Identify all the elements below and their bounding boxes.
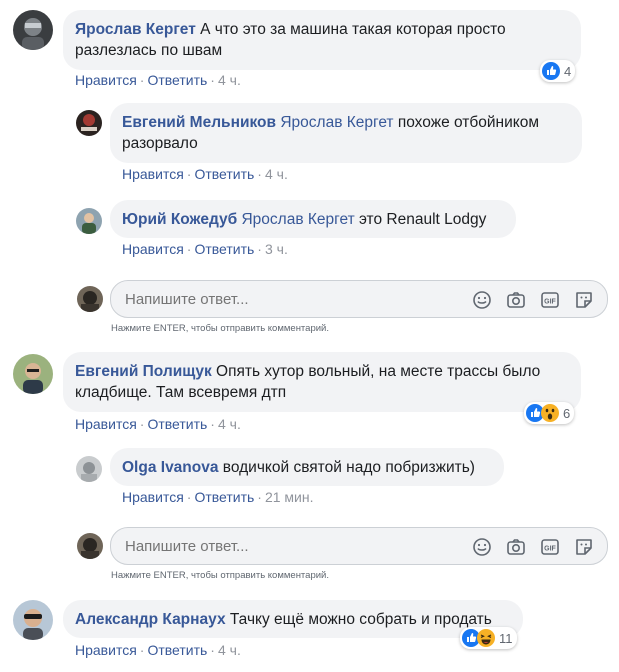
avatar <box>77 286 103 312</box>
emoji-icon[interactable] <box>471 289 493 311</box>
comment-actions: Нравится · Ответить · 4 ч. <box>75 416 241 432</box>
reply-actions: Нравится · Ответить · 21 мин. <box>122 489 314 505</box>
avatar[interactable] <box>76 208 102 234</box>
comment-actions: Нравится · Ответить · 4 ч. <box>75 642 241 658</box>
reply-author[interactable]: Евгений Мельников <box>122 114 276 131</box>
reply-actions: Нравится · Ответить · 4 ч. <box>122 166 288 182</box>
comment-author[interactable]: Евгений Полищук <box>75 363 212 380</box>
reaction-summary[interactable]: 6 <box>524 402 575 424</box>
reply-author[interactable]: Olga Ivanova <box>122 459 218 476</box>
reply-box[interactable]: GIF <box>110 527 608 565</box>
reply-mention[interactable]: Ярослав Кергет <box>241 211 354 228</box>
like-link[interactable]: Нравится <box>122 241 184 257</box>
comment-actions: Нравится · Ответить · 4 ч. <box>75 72 241 88</box>
reply-input[interactable] <box>125 538 445 555</box>
camera-icon[interactable] <box>505 536 527 558</box>
reply-link[interactable]: Ответить <box>194 489 254 505</box>
like-link[interactable]: Нравится <box>75 72 137 88</box>
gif-icon[interactable]: GIF <box>539 536 561 558</box>
like-link[interactable]: Нравится <box>122 489 184 505</box>
wow-icon <box>541 404 559 422</box>
reply-text: это Renault Lodgy <box>358 211 487 228</box>
comment-bubble: Ярослав Кергет А что это за машина такая… <box>63 10 581 70</box>
svg-text:GIF: GIF <box>544 299 556 306</box>
comment-time[interactable]: 4 ч. <box>218 416 241 432</box>
gif-icon[interactable]: GIF <box>539 289 561 311</box>
avatar[interactable] <box>13 10 53 50</box>
reply-time[interactable]: 4 ч. <box>265 166 288 182</box>
reply-box[interactable]: GIF <box>110 280 608 318</box>
comment-text: Тачку ещё можно собрать и продать <box>229 611 492 628</box>
emoji-icon[interactable] <box>471 536 493 558</box>
reply-bubble: Olga Ivanova водичкой святой надо побриз… <box>110 448 504 486</box>
reply-link[interactable]: Ответить <box>147 416 207 432</box>
reply-link[interactable]: Ответить <box>194 166 254 182</box>
reaction-count: 4 <box>564 63 572 79</box>
avatar[interactable] <box>13 600 53 640</box>
reply-hint: Нажмите ENTER, чтобы отправить комментар… <box>111 323 329 334</box>
reaction-summary[interactable]: 11 <box>460 627 517 649</box>
reply-author[interactable]: Юрий Кожедуб <box>122 211 237 228</box>
reaction-summary[interactable]: 4 <box>540 60 576 82</box>
like-link[interactable]: Нравится <box>122 166 184 182</box>
sticker-icon[interactable] <box>573 289 595 311</box>
reply-input[interactable] <box>125 291 445 308</box>
comment-bubble: Александр Карнаух Тачку ещё можно собрат… <box>63 600 523 638</box>
avatar[interactable] <box>76 110 102 136</box>
reply-bubble: Евгений Мельников Ярослав Кергет похоже … <box>110 103 582 163</box>
reply-text: водичкой святой надо побризжить) <box>222 459 475 476</box>
avatar[interactable] <box>13 354 53 394</box>
comment-author[interactable]: Александр Карнаух <box>75 611 226 628</box>
comment-bubble: Евгений Полищук Опять хутор вольный, на … <box>63 352 581 412</box>
reaction-count: 6 <box>563 405 571 421</box>
reply-hint: Нажмите ENTER, чтобы отправить комментар… <box>111 570 329 581</box>
reaction-count: 11 <box>499 630 513 646</box>
like-link[interactable]: Нравится <box>75 416 137 432</box>
reply-link[interactable]: Ответить <box>194 241 254 257</box>
reply-time[interactable]: 21 мин. <box>265 489 314 505</box>
reply-time[interactable]: 3 ч. <box>265 241 288 257</box>
reply-bubble: Юрий Кожедуб Ярослав Кергет это Renault … <box>110 200 516 238</box>
sticker-icon[interactable] <box>573 536 595 558</box>
haha-icon <box>477 629 495 647</box>
svg-text:GIF: GIF <box>544 546 556 553</box>
avatar[interactable] <box>76 456 102 482</box>
like-icon <box>542 62 560 80</box>
comment-time[interactable]: 4 ч. <box>218 642 241 658</box>
comment-time[interactable]: 4 ч. <box>218 72 241 88</box>
reply-link[interactable]: Ответить <box>147 642 207 658</box>
avatar <box>77 533 103 559</box>
comment-author[interactable]: Ярослав Кергет <box>75 21 196 38</box>
reply-link[interactable]: Ответить <box>147 72 207 88</box>
camera-icon[interactable] <box>505 289 527 311</box>
like-link[interactable]: Нравится <box>75 642 137 658</box>
reply-actions: Нравится · Ответить · 3 ч. <box>122 241 288 257</box>
reply-mention[interactable]: Ярослав Кергет <box>280 114 393 131</box>
